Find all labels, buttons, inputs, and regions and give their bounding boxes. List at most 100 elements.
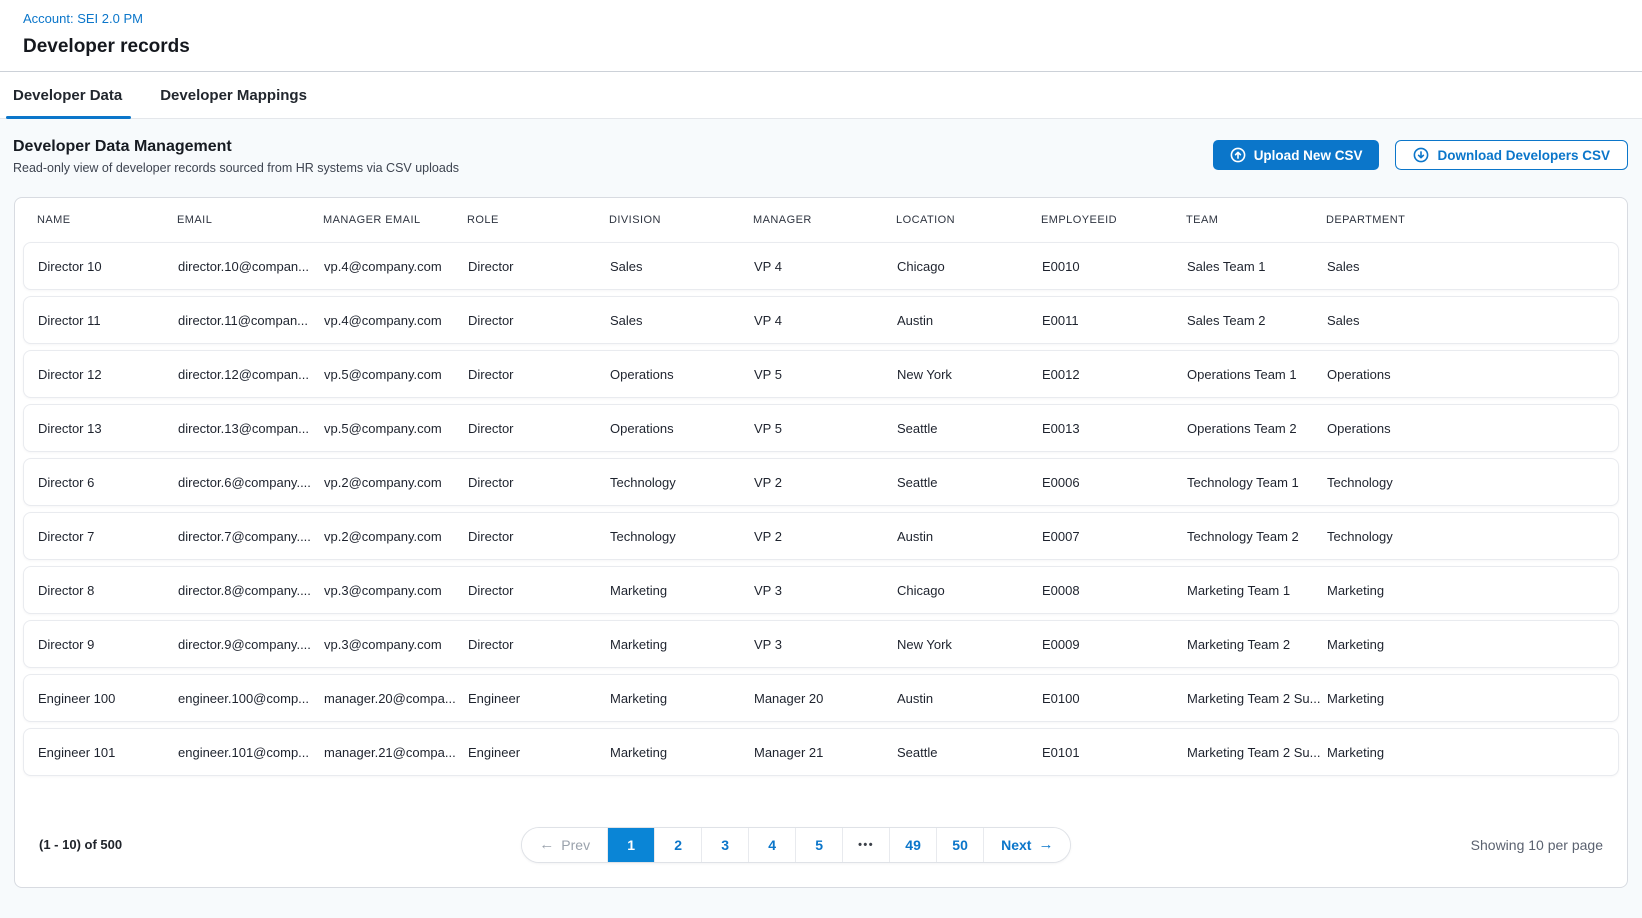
next-arrow-icon: → [1038, 837, 1053, 852]
download-button-label: Download Developers CSV [1437, 148, 1610, 163]
table-cell: E0013 [1042, 421, 1187, 436]
prev-page-button[interactable]: ← Prev [522, 828, 607, 862]
table-cell: VP 5 [754, 367, 897, 382]
table-cell: Sales [610, 259, 754, 274]
table-cell: Director 12 [38, 367, 178, 382]
table-cell: Operations [1327, 421, 1604, 436]
table-cell: E0007 [1042, 529, 1187, 544]
table-cell: E0010 [1042, 259, 1187, 274]
toolbar-buttons: Upload New CSV Download Developers CSV [1213, 140, 1628, 170]
toolbar: Developer Data Management Read-only view… [0, 119, 1642, 197]
tab-developer-data[interactable]: Developer Data [13, 72, 122, 118]
table-cell: vp.2@company.com [324, 529, 468, 544]
table-cell: Director 10 [38, 259, 178, 274]
page-button[interactable]: 50 [936, 828, 983, 862]
table-cell: Seattle [897, 475, 1042, 490]
table-cell: Director [468, 259, 610, 274]
table-cell: Austin [897, 313, 1042, 328]
table-cell: Marketing [1327, 745, 1604, 760]
table-cell: engineer.101@comp... [178, 745, 324, 760]
column-header: ROLE [467, 214, 609, 226]
table-cell: Operations [610, 367, 754, 382]
table-cell: Marketing [610, 637, 754, 652]
table-cell: E0008 [1042, 583, 1187, 598]
download-csv-button[interactable]: Download Developers CSV [1395, 140, 1628, 170]
per-page-text: Showing 10 per page [1471, 837, 1603, 853]
table-cell: E0011 [1042, 313, 1187, 328]
table-cell: Marketing [1327, 583, 1604, 598]
table-cell: vp.3@company.com [324, 583, 468, 598]
table-cell: Technology [610, 475, 754, 490]
table-cell: Sales [610, 313, 754, 328]
table-cell: Technology [1327, 529, 1604, 544]
tab-developer-mappings[interactable]: Developer Mappings [160, 72, 307, 118]
table-cell: Director [468, 529, 610, 544]
section-subtitle: Read-only view of developer records sour… [13, 161, 459, 175]
table-cell: manager.20@compa... [324, 691, 468, 706]
pagination: ← Prev 12345•••4950 Next → [521, 827, 1071, 863]
table-cell: Marketing [1327, 691, 1604, 706]
upload-icon [1230, 147, 1246, 163]
table-cell: Technology [610, 529, 754, 544]
page-button[interactable]: 1 [607, 828, 654, 862]
table-cell: E0006 [1042, 475, 1187, 490]
pagination-ellipsis: ••• [842, 828, 889, 862]
page-button[interactable]: 4 [748, 828, 795, 862]
column-header: MANAGER [753, 214, 896, 226]
table-cell: Director 6 [38, 475, 178, 490]
column-header: EMPLOYEEID [1041, 214, 1186, 226]
table-cell: Technology Team 1 [1187, 475, 1327, 490]
column-header: DEPARTMENT [1326, 214, 1605, 226]
page-button[interactable]: 49 [889, 828, 936, 862]
table-cell: Marketing [610, 745, 754, 760]
table-cell: Technology Team 2 [1187, 529, 1327, 544]
table-cell: Austin [897, 691, 1042, 706]
table-cell: Director [468, 313, 610, 328]
table-row: Director 12director.12@compan...vp.5@com… [23, 350, 1619, 398]
table-cell: Operations [1327, 367, 1604, 382]
table-cell: director.7@company.... [178, 529, 324, 544]
table-cell: E0100 [1042, 691, 1187, 706]
table-cell: vp.5@company.com [324, 421, 468, 436]
table-cell: Director 13 [38, 421, 178, 436]
column-header: DIVISION [609, 214, 753, 226]
table-cell: Manager 21 [754, 745, 897, 760]
table-row: Director 8director.8@company....vp.3@com… [23, 566, 1619, 614]
table-cell: director.12@compan... [178, 367, 324, 382]
next-page-button[interactable]: Next → [983, 828, 1070, 862]
tab-content-panel: Developer Data Management Read-only view… [0, 119, 1642, 918]
table-cell: Marketing Team 2 Su... [1187, 691, 1327, 706]
column-header: EMAIL [177, 214, 323, 226]
table-cell: Director 8 [38, 583, 178, 598]
page-button[interactable]: 3 [701, 828, 748, 862]
table-cell: Technology [1327, 475, 1604, 490]
table-cell: Marketing Team 1 [1187, 583, 1327, 598]
table-cell: VP 5 [754, 421, 897, 436]
table-cell: director.13@compan... [178, 421, 324, 436]
page-button[interactable]: 2 [654, 828, 701, 862]
table-cell: Engineer [468, 691, 610, 706]
table-cell: Marketing Team 2 Su... [1187, 745, 1327, 760]
table-cell: director.6@company.... [178, 475, 324, 490]
table-cell: Sales Team 1 [1187, 259, 1327, 274]
table-cell: Manager 20 [754, 691, 897, 706]
table-cell: Sales [1327, 259, 1604, 274]
table-cell: VP 3 [754, 583, 897, 598]
page-button[interactable]: 5 [795, 828, 842, 862]
table-cell: vp.4@company.com [324, 313, 468, 328]
table-row: Director 13director.13@compan...vp.5@com… [23, 404, 1619, 452]
prev-button-label: Prev [561, 837, 590, 853]
table-cell: engineer.100@comp... [178, 691, 324, 706]
account-link[interactable]: Account: SEI 2.0 PM [23, 11, 143, 26]
upload-csv-button[interactable]: Upload New CSV [1213, 140, 1380, 170]
table-cell: vp.3@company.com [324, 637, 468, 652]
table-cell: Director 11 [38, 313, 178, 328]
table-cell: Engineer 100 [38, 691, 178, 706]
table-row: Director 11director.11@compan...vp.4@com… [23, 296, 1619, 344]
table-cell: VP 2 [754, 475, 897, 490]
section-header: Developer Data Management Read-only view… [13, 138, 459, 175]
table-cell: Austin [897, 529, 1042, 544]
table-cell: Director [468, 475, 610, 490]
table-cell: Operations Team 2 [1187, 421, 1327, 436]
table-cell: VP 4 [754, 313, 897, 328]
